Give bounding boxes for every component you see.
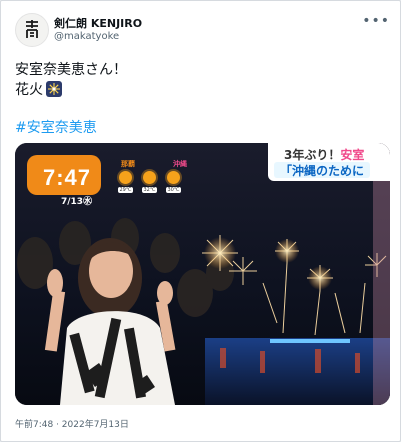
tweet-text-line-2: 花火 bbox=[15, 79, 62, 99]
avatar[interactable] bbox=[15, 13, 49, 47]
temperature-chip: 32℃ bbox=[142, 187, 157, 193]
tweet-card[interactable]: 剣仁朗 KENJIRO @makatyoke ••• 安室奈美恵さん！ 花火 #… bbox=[0, 0, 401, 442]
fireworks-emoji-icon bbox=[46, 81, 62, 97]
avatar-logo-icon bbox=[18, 16, 46, 44]
more-icon[interactable]: ••• bbox=[362, 13, 390, 29]
tweet-media-image[interactable]: 7:47 7/13㊌ 那覇 沖縄 29℃ 32℃ 30℃ 3年ぶり！安室 「沖縄… bbox=[15, 143, 390, 405]
ticker-line-2: 「沖縄のために bbox=[274, 162, 371, 178]
tweet-timestamp[interactable]: 午前7:48 · 2022年7月13日 bbox=[15, 417, 129, 430]
clock-time: 7:47 bbox=[43, 165, 92, 190]
ticker-suffix: 安室 bbox=[340, 148, 365, 162]
tweet-text-line-1: 安室奈美恵さん！ bbox=[15, 62, 127, 78]
clock-badge: 7:47 7/13㊌ bbox=[27, 155, 101, 207]
news-ticker: 3年ぶり！安室 「沖縄のために bbox=[268, 143, 390, 181]
weather-city-1: 那覇 bbox=[121, 160, 135, 168]
display-name[interactable]: 剣仁朗 KENJIRO bbox=[54, 15, 142, 31]
weather-city-2: 沖縄 bbox=[173, 160, 187, 168]
temperature-chip: 30℃ bbox=[166, 187, 181, 193]
ticker-line-1: 3年ぶり！安室 bbox=[284, 146, 364, 163]
hashtag-link[interactable]: #安室奈美恵 bbox=[15, 117, 97, 137]
user-handle[interactable]: @makatyoke bbox=[54, 31, 119, 42]
sun-icon bbox=[143, 171, 156, 184]
temperature-chip: 29℃ bbox=[118, 187, 133, 193]
clock-date: 7/13㊌ bbox=[61, 197, 93, 207]
ticker-prefix: 3年ぶり！ bbox=[284, 148, 341, 162]
tweet-text-hanabi: 花火 bbox=[15, 82, 43, 98]
sun-icon bbox=[167, 171, 180, 184]
sun-icon bbox=[119, 171, 132, 184]
